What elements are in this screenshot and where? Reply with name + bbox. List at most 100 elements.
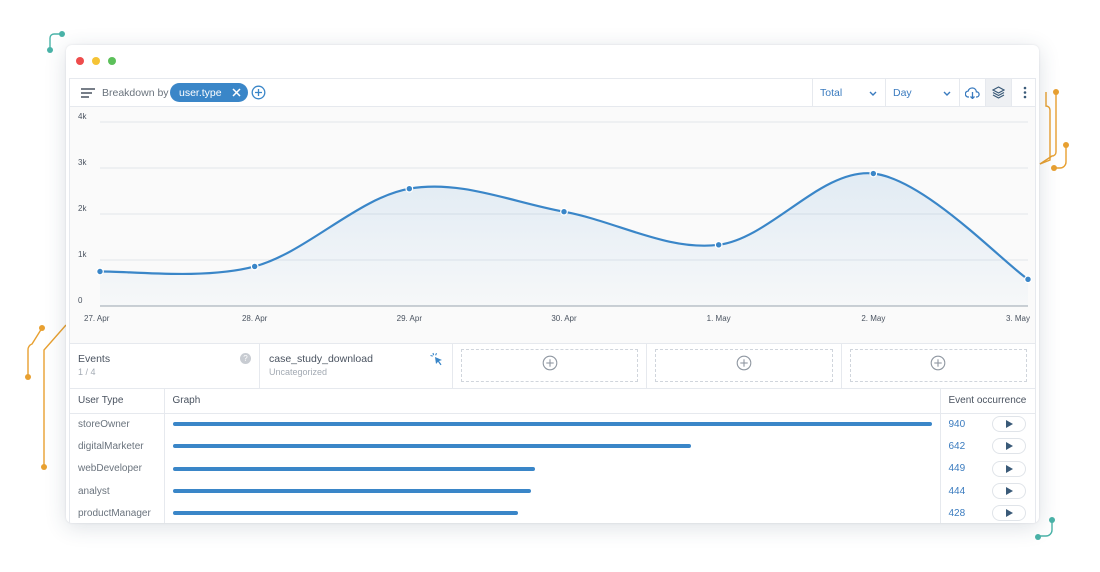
bar [172, 422, 932, 427]
x-tick-label: 30. Apr [551, 314, 577, 323]
add-event-icon[interactable] [542, 355, 558, 376]
user-type-cell: storeOwner [70, 413, 165, 436]
occurrence-cell: 428 [939, 502, 1035, 523]
close-window-button[interactable] [76, 57, 84, 65]
user-type-cell: webDeveloper [70, 457, 165, 480]
add-event-slot[interactable] [453, 344, 648, 388]
event-category: Uncategorized [269, 367, 328, 377]
more-options-icon[interactable] [1011, 79, 1037, 106]
play-button[interactable] [992, 460, 1026, 477]
bar-track [172, 511, 932, 516]
line-chart: 0 1k 2k 3k 4k 27. Apr 28. Apr 29. Apr 30. Apr 1. … [70, 107, 1035, 344]
maximize-window-button[interactable] [108, 57, 116, 65]
table-row[interactable]: productManager 428 [70, 502, 1035, 523]
occurrence-value: 444 [948, 485, 966, 497]
data-point [560, 207, 568, 216]
analytics-panel: Breakdown by user.type Total Day 0 1k 2k… [69, 78, 1036, 523]
breakdown-label: Breakdown by [102, 86, 169, 99]
window-titlebar [66, 45, 1039, 77]
occurrence-value: 428 [948, 507, 966, 519]
column-header-graph: Graph [164, 389, 940, 414]
data-point [1024, 275, 1032, 284]
click-cursor-icon [430, 352, 444, 371]
event-cards: Events 1 / 4 ? case_study_download Uncat… [70, 344, 1035, 389]
table-header-row: User Type Graph Event occurrence [70, 389, 1035, 414]
user-type-cell: analyst [70, 479, 165, 503]
table-row[interactable]: storeOwner 940 [70, 413, 1035, 436]
bar [172, 489, 531, 494]
download-icon[interactable] [959, 79, 985, 106]
bar [172, 511, 519, 516]
toolbar: Breakdown by user.type Total Day [70, 79, 1035, 107]
aggregation-value: Total [820, 86, 843, 99]
data-point [869, 169, 878, 178]
occurrence-value: 642 [948, 440, 966, 452]
x-tick-label: 28. Apr [242, 314, 268, 323]
x-tick-label: 2. May [861, 314, 885, 323]
table-row[interactable]: webDeveloper 449 [70, 457, 1035, 480]
bar-track [172, 444, 932, 449]
y-tick-label: 3k [78, 158, 87, 167]
y-tick-label: 4k [78, 112, 87, 121]
x-tick-label: 3. May [1006, 314, 1030, 323]
add-event-icon[interactable] [736, 355, 752, 376]
add-event-slot[interactable] [842, 344, 1035, 388]
x-tick-label: 27. Apr [84, 314, 110, 323]
play-button[interactable] [992, 438, 1026, 455]
play-icon [1005, 487, 1013, 496]
table-row[interactable]: analyst 444 [70, 479, 1035, 503]
interval-select[interactable]: Day [885, 79, 959, 106]
bar-track [172, 422, 932, 427]
x-tick-label: 29. Apr [397, 314, 423, 323]
graph-cell [164, 480, 940, 502]
add-event-icon[interactable] [930, 355, 946, 376]
play-button[interactable] [992, 416, 1026, 433]
events-card-count: 1 / 4 [78, 367, 96, 377]
aggregation-select[interactable]: Total [812, 79, 885, 106]
minimize-window-button[interactable] [92, 57, 100, 65]
chart-svg: 0 1k 2k 3k 4k 27. Apr 28. Apr 29. Apr 30. Apr 1. … [78, 112, 1032, 323]
app-window: Breakdown by user.type Total Day 0 1k 2k… [66, 45, 1039, 523]
help-icon[interactable]: ? [240, 353, 251, 364]
chip-label: user.type [179, 86, 222, 99]
breakdown-table: User Type Graph Event occurrence storeOw… [70, 389, 1035, 523]
remove-chip-icon[interactable] [230, 86, 244, 100]
play-icon [1005, 442, 1013, 451]
play-button[interactable] [992, 505, 1026, 522]
interval-value: Day [893, 86, 912, 99]
event-card[interactable]: case_study_download Uncategorized [260, 344, 453, 388]
column-header-occurrence[interactable]: Event occurrence [939, 389, 1035, 414]
data-point [96, 267, 104, 276]
data-point [250, 262, 259, 271]
events-card[interactable]: Events 1 / 4 ? [70, 344, 260, 388]
y-tick-label: 1k [78, 250, 87, 259]
series-area [100, 173, 1028, 306]
breakdown-menu-icon[interactable] [81, 79, 95, 106]
occurrence-cell: 449 [939, 457, 1035, 480]
chevron-down-icon [869, 88, 877, 100]
add-event-slot[interactable] [647, 344, 842, 388]
add-breakdown-icon[interactable] [251, 79, 266, 106]
data-point [405, 184, 414, 193]
breakdown-chip[interactable]: user.type [170, 83, 248, 102]
play-icon [1005, 420, 1013, 429]
user-type-cell: productManager [70, 502, 165, 523]
graph-cell [164, 435, 940, 457]
graph-cell [164, 458, 940, 480]
events-card-title: Events [78, 353, 111, 365]
layers-icon[interactable] [985, 79, 1011, 106]
column-header-user-type[interactable]: User Type [70, 389, 165, 414]
play-button[interactable] [992, 483, 1026, 500]
y-tick-label: 2k [78, 204, 87, 213]
data-point [714, 240, 723, 249]
bar [172, 444, 691, 449]
bar-track [172, 466, 932, 471]
occurrence-value: 449 [948, 463, 966, 475]
occurrence-cell: 940 [939, 413, 1035, 436]
table-row[interactable]: digitalMarketer 642 [70, 435, 1035, 458]
play-icon [1005, 464, 1013, 473]
user-type-cell: digitalMarketer [70, 435, 165, 458]
chevron-down-icon [943, 88, 951, 100]
occurrence-cell: 642 [939, 435, 1035, 458]
event-name: case_study_download [269, 353, 373, 365]
